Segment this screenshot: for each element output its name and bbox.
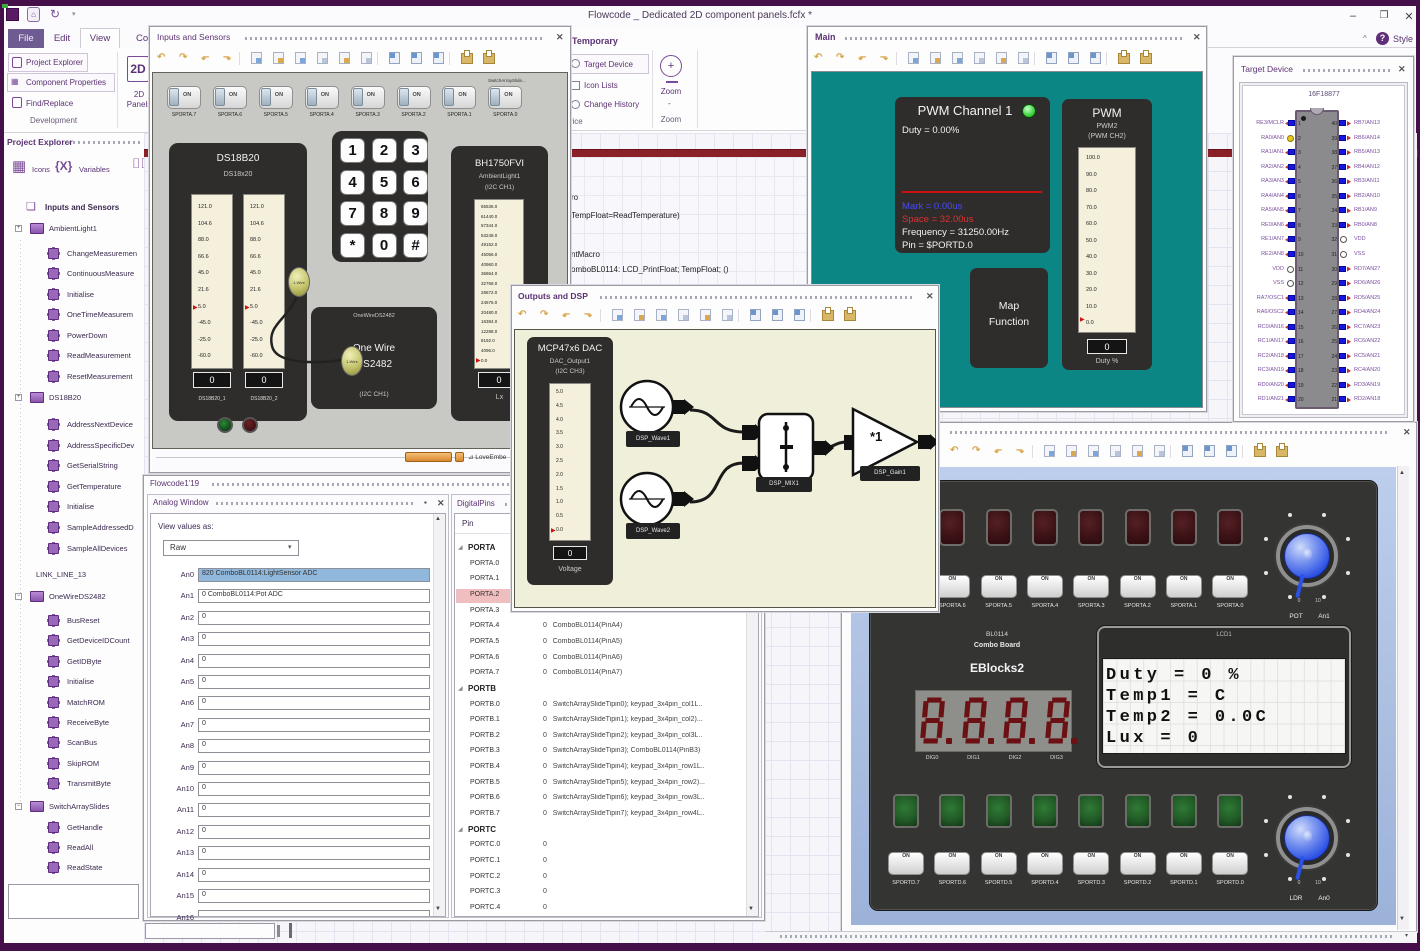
svg-text:*1: *1 <box>870 429 882 444</box>
